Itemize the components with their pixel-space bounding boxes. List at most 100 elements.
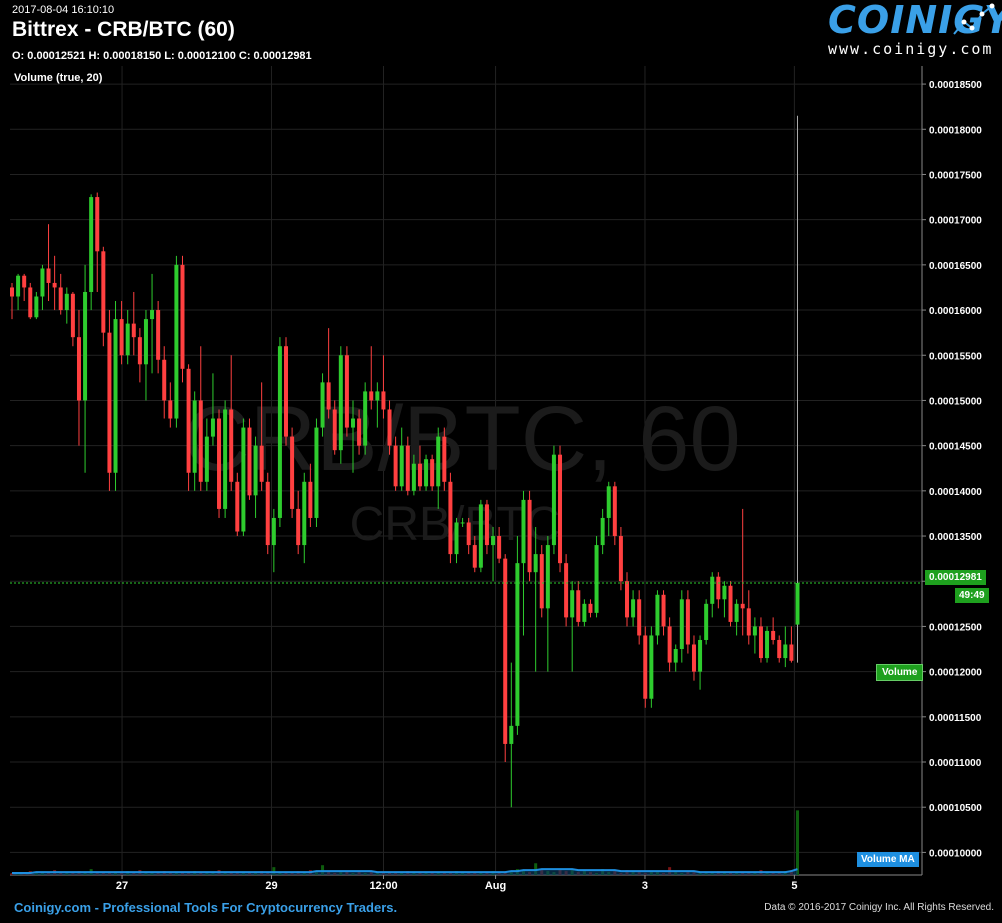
volume-bars xyxy=(10,810,799,875)
logo-graph-icon xyxy=(953,3,995,35)
candle-body xyxy=(478,504,483,568)
candle-body xyxy=(606,486,611,518)
candle-body xyxy=(150,310,155,320)
y-tick-label: 0.00016500 xyxy=(929,261,982,272)
candle-body xyxy=(789,644,794,661)
volume-indicator-label[interactable]: Volume (true, 20) xyxy=(14,72,102,84)
last-price-badge: 0.00012981 xyxy=(925,570,986,585)
candle-body xyxy=(405,445,410,491)
candle-body xyxy=(46,268,51,283)
candle-body xyxy=(113,319,118,473)
candle-body xyxy=(247,427,252,496)
candle-body xyxy=(64,293,69,311)
candle-body xyxy=(430,459,435,487)
candle-body xyxy=(424,459,429,487)
candle-body xyxy=(649,635,654,699)
candle-body xyxy=(393,445,398,487)
volume-ma xyxy=(12,868,798,875)
candle-body xyxy=(192,400,197,473)
candle-body xyxy=(716,576,721,600)
candle-body xyxy=(752,626,757,636)
x-tick-label: 29 xyxy=(265,880,277,892)
candle-body xyxy=(332,409,337,451)
candle-body xyxy=(101,251,106,333)
candle-body xyxy=(259,445,264,482)
candle-body xyxy=(765,630,770,659)
y-tick-label: 0.00017500 xyxy=(929,170,982,181)
candle-body xyxy=(302,481,307,546)
candle-body xyxy=(314,427,319,518)
candle-body xyxy=(16,275,21,297)
candle-body xyxy=(411,463,416,491)
candle-body xyxy=(594,545,599,613)
candle-body xyxy=(308,481,313,518)
y-tick-label: 0.00018500 xyxy=(929,80,982,91)
candle-body xyxy=(137,337,142,365)
candle-body xyxy=(551,454,556,546)
candle-body xyxy=(174,264,179,419)
candle-body xyxy=(217,418,222,509)
volume-badge: Volume xyxy=(876,664,924,681)
y-tick-label: 0.00015000 xyxy=(929,396,982,407)
volume-ma-badge: Volume MA xyxy=(857,852,919,867)
candle-body xyxy=(558,454,563,564)
candle-body xyxy=(76,337,81,401)
candle-body xyxy=(527,499,532,573)
candle-body xyxy=(618,536,623,582)
candle-body xyxy=(631,599,636,618)
candle-body xyxy=(34,296,39,318)
candle-body xyxy=(472,545,477,568)
x-axis: 27 29 12:00 Aug 3 5 xyxy=(116,875,797,892)
candle-body xyxy=(509,725,514,744)
candle-body xyxy=(722,585,727,600)
candle-body xyxy=(235,481,240,532)
footer-tagline[interactable]: Coinigy.com - Professional Tools For Cry… xyxy=(14,900,397,915)
candle-body xyxy=(168,400,173,419)
candle-body xyxy=(180,264,185,369)
candle-body xyxy=(40,268,45,297)
candle-body xyxy=(624,581,629,618)
candle-body xyxy=(399,445,404,487)
x-tick-label: 12:00 xyxy=(369,880,397,892)
x-tick-label: 27 xyxy=(116,880,128,892)
watermark-main: CRB/BTC, 60 xyxy=(183,388,740,490)
candle-body xyxy=(539,554,544,609)
candle-body xyxy=(143,319,148,365)
candle-body xyxy=(746,608,751,636)
candle-body xyxy=(564,563,569,618)
candle-body xyxy=(442,436,447,482)
candle-body xyxy=(58,287,63,311)
x-tick-label: Aug xyxy=(485,880,506,892)
candle-body xyxy=(320,382,325,428)
y-tick-label: 0.00012500 xyxy=(929,622,982,633)
candle-body xyxy=(698,639,703,672)
candle-body xyxy=(95,197,100,252)
candle-body xyxy=(326,382,331,410)
candle-body xyxy=(10,287,14,297)
footer: Coinigy.com - Professional Tools For Cry… xyxy=(0,893,1002,923)
candle-body xyxy=(241,427,246,532)
candle-body xyxy=(271,517,276,546)
ohlc-readout: O: 0.00012521 H: 0.00018150 L: 0.0001210… xyxy=(12,50,312,62)
candle-body xyxy=(710,576,715,604)
candle-body xyxy=(497,536,502,559)
candle-body xyxy=(436,436,441,487)
candle-body xyxy=(119,319,124,356)
x-tick-label: 3 xyxy=(642,880,648,892)
y-tick-label: 0.00017000 xyxy=(929,216,982,227)
candle-body xyxy=(484,504,489,546)
candle-body xyxy=(210,418,215,437)
y-axis: 0.00018500 0.00018000 0.00017500 0.00017000… xyxy=(922,80,982,859)
coinigy-logo[interactable]: COINIGY www.coinigy.com xyxy=(824,0,1002,60)
candle-body xyxy=(637,599,642,636)
y-tick-label: 0.00010500 xyxy=(929,803,982,814)
candle-body xyxy=(466,522,471,546)
candle-body xyxy=(588,603,593,613)
candle-body xyxy=(795,583,800,625)
candle-body xyxy=(89,197,94,292)
candle-body xyxy=(290,436,295,509)
candle-body xyxy=(533,554,538,573)
y-tick-label: 0.00014500 xyxy=(929,442,982,453)
candle-body xyxy=(600,517,605,546)
price-chart[interactable]: CRB/BTC, 60 CRB/BTC 0.000185000.00018000… xyxy=(0,0,1002,893)
